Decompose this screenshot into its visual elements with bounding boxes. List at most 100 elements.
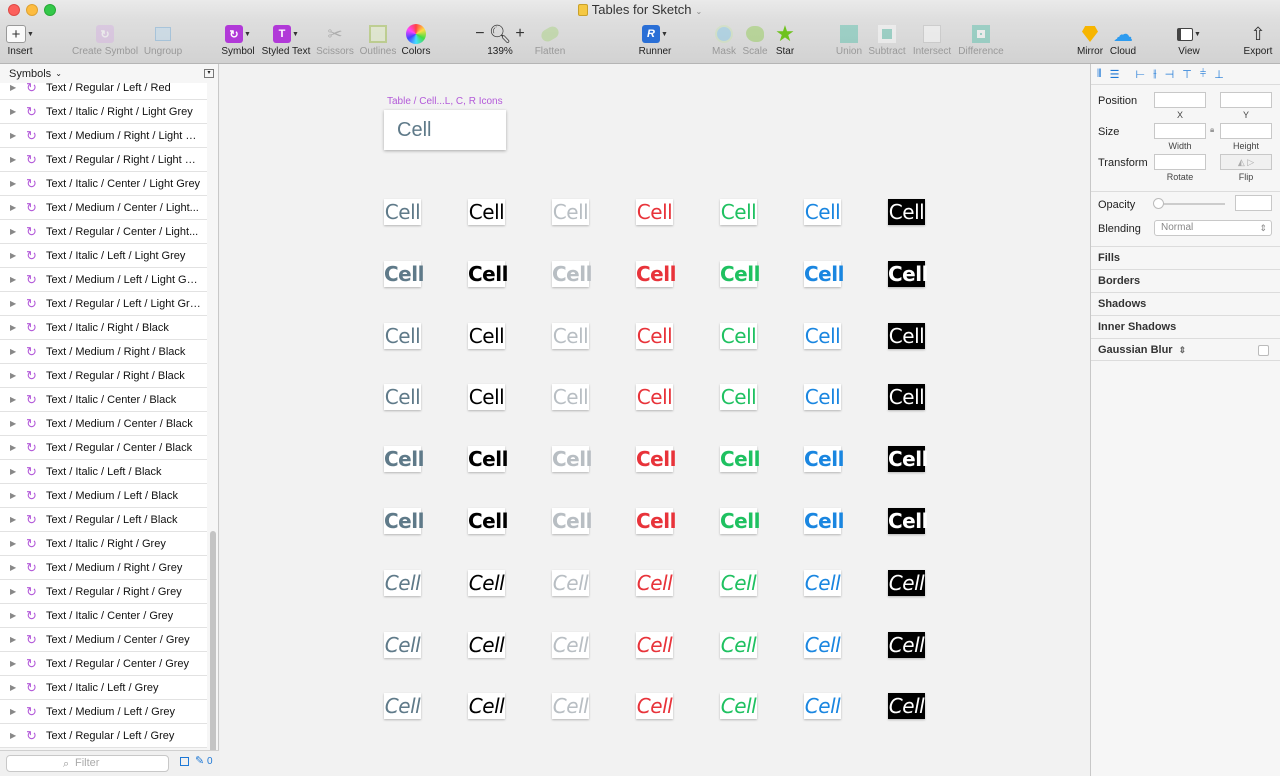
cell-medium-red[interactable]: Cell [636,261,676,287]
disclosure-triangle-icon[interactable]: ▶ [10,347,18,356]
inner-shadows-section[interactable]: Inner Shadows [1091,315,1280,338]
align-top-icon[interactable]: ⊤ [1182,68,1192,81]
cell-italic-green[interactable]: Cell [720,632,757,658]
star-button[interactable]: ★ Star [755,21,815,58]
cell-italic-grey[interactable]: Cell [384,693,421,719]
symbol-list-item[interactable]: ▶ ↻ Text / Medium / Left / Black [0,484,207,508]
colors-button[interactable]: Colors [386,22,446,58]
disclosure-triangle-icon[interactable]: ▶ [10,419,18,428]
distribute-horizontal-icon[interactable]: ⫴ [1097,68,1102,81]
distribute-vertical-icon[interactable]: ☰ [1110,68,1120,81]
lock-icon[interactable]: 🔒︎ [1210,125,1214,135]
cell-regular-grey[interactable]: Cell [384,323,421,349]
cell-regular-inverse[interactable]: Cell [888,199,925,225]
symbol-list-item[interactable]: ▶ ↻ Text / Italic / Right / Grey [0,532,207,556]
cell-regular-green[interactable]: Cell [720,384,757,410]
disclosure-triangle-icon[interactable]: ▶ [10,683,18,692]
disclosure-triangle-icon[interactable]: ▶ [10,659,18,668]
difference-button[interactable]: Difference [951,22,1011,58]
symbol-list-item[interactable]: ▶ ↻ Text / Medium / Center / Light... [0,196,207,220]
cell-italic-blue[interactable]: Cell [804,693,841,719]
close-window-button[interactable] [8,4,20,16]
cell-italic-inverse[interactable]: Cell [888,693,925,719]
shadows-section[interactable]: Shadows [1091,292,1280,315]
cell-italic-black[interactable]: Cell [468,570,505,596]
cell-medium-green[interactable]: Cell [720,446,760,472]
position-x-input[interactable] [1154,92,1206,108]
cell-italic-red[interactable]: Cell [636,693,673,719]
symbol-list-item[interactable]: ▶ ↻ Text / Italic / Right / Light Grey [0,100,207,124]
symbol-list-item[interactable]: ▶ ↻ Text / Regular / Left / Light Grey [0,292,207,316]
align-bottom-icon[interactable]: ⊥ [1214,68,1224,81]
cell-medium-light-grey[interactable]: Cell [552,508,592,534]
chevron-down-icon[interactable]: ⌄ [696,7,703,16]
align-center-icon[interactable]: ⫲ [1153,68,1157,81]
rotate-input[interactable] [1154,154,1206,170]
gaussian-blur-checkbox[interactable] [1258,345,1269,356]
cell-medium-grey[interactable]: Cell [384,261,424,287]
disclosure-triangle-icon[interactable]: ▶ [10,635,18,644]
position-y-input[interactable] [1220,92,1272,108]
cell-medium-inverse[interactable]: Cell [888,261,928,287]
symbol-list-item[interactable]: ▶ ↻ Text / Italic / Center / Black [0,388,207,412]
symbol-list-item[interactable]: ▶ ↻ Text / Medium / Left / Grey [0,700,207,724]
cell-medium-red[interactable]: Cell [636,508,676,534]
cell-medium-black[interactable]: Cell [468,508,508,534]
disclosure-triangle-icon[interactable]: ▶ [10,83,18,92]
disclosure-triangle-icon[interactable]: ▶ [10,227,18,236]
blending-select[interactable]: Normal ⇕ [1154,220,1272,236]
disclosure-triangle-icon[interactable]: ▶ [10,251,18,260]
cell-medium-red[interactable]: Cell [636,446,676,472]
cell-regular-green[interactable]: Cell [720,199,757,225]
cell-regular-light-grey[interactable]: Cell [552,323,589,349]
cell-italic-blue[interactable]: Cell [804,632,841,658]
cell-medium-blue[interactable]: Cell [804,508,844,534]
cell-italic-red[interactable]: Cell [636,570,673,596]
export-button[interactable]: ⇧ Export [1228,22,1280,58]
cell-italic-green[interactable]: Cell [720,693,757,719]
view-button[interactable]: ▼ View [1159,22,1219,58]
disclosure-triangle-icon[interactable]: ▶ [10,443,18,452]
flatten-button[interactable]: Flatten [520,22,580,58]
cell-medium-grey[interactable]: Cell [384,508,424,534]
disclosure-triangle-icon[interactable]: ▶ [10,371,18,380]
cell-regular-inverse[interactable]: Cell [888,384,925,410]
disclosure-triangle-icon[interactable]: ▶ [10,275,18,284]
cell-medium-blue[interactable]: Cell [804,446,844,472]
height-input[interactable] [1220,123,1272,139]
cell-regular-red[interactable]: Cell [636,384,673,410]
cell-medium-light-grey[interactable]: Cell [552,446,592,472]
disclosure-triangle-icon[interactable]: ▶ [10,467,18,476]
cell-regular-blue[interactable]: Cell [804,199,841,225]
symbol-list-item[interactable]: ▶ ↻ Text / Regular / Right / Light Gr... [0,148,207,172]
symbol-list-item[interactable]: ▶ ↻ Text / Italic / Left / Light Grey [0,244,207,268]
cell-medium-green[interactable]: Cell [720,508,760,534]
ungroup-button[interactable]: Ungroup [133,22,193,58]
disclosure-triangle-icon[interactable]: ▶ [10,707,18,716]
cell-italic-light-grey[interactable]: Cell [552,693,589,719]
disclosure-triangle-icon[interactable]: ▶ [10,299,18,308]
cell-medium-black[interactable]: Cell [468,261,508,287]
gaussian-blur-section[interactable]: Gaussian Blur ⇕ [1091,338,1280,361]
symbol-list-item[interactable]: ▶ ↻ Text / Medium / Right / Light G... [0,124,207,148]
cell-italic-red[interactable]: Cell [636,632,673,658]
cell-regular-blue[interactable]: Cell [804,323,841,349]
symbol-list-item[interactable]: ▶ ↻ Text / Regular / Center / Black [0,436,207,460]
zoom-window-button[interactable] [44,4,56,16]
opacity-slider[interactable] [1157,203,1225,205]
symbol-list-item[interactable]: ▶ ↻ Text / Medium / Center / Black [0,412,207,436]
disclosure-triangle-icon[interactable]: ▶ [10,203,18,212]
disclosure-triangle-icon[interactable]: ▶ [10,131,18,140]
runner-button[interactable]: R ▼ Runner [625,22,685,58]
cell-medium-grey[interactable]: Cell [384,446,424,472]
cell-regular-black[interactable]: Cell [468,384,505,410]
symbol-list-item[interactable]: ▶ ↻ Text / Regular / Right / Black [0,364,207,388]
cell-medium-light-grey[interactable]: Cell [552,261,592,287]
align-middle-icon[interactable]: ⫩ [1200,68,1206,81]
collapse-icon[interactable]: ▾ [204,69,214,78]
artboard-label[interactable]: Table / Cell...L, C, R Icons [387,96,503,107]
opacity-slider-thumb[interactable] [1153,198,1164,209]
disclosure-triangle-icon[interactable]: ▶ [10,515,18,524]
cell-medium-blue[interactable]: Cell [804,261,844,287]
cell-regular-green[interactable]: Cell [720,323,757,349]
